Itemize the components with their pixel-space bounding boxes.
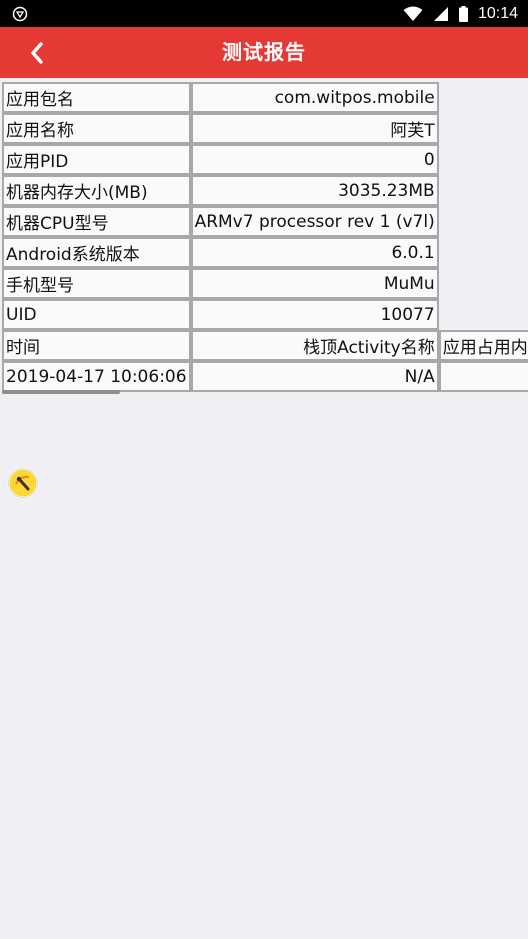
row-label: Android系统版本	[2, 237, 191, 268]
page-title: 测试报告	[222, 40, 306, 64]
clock: 10:14	[477, 4, 518, 22]
time-cell: 2019-04-17 10:06:06	[2, 361, 191, 392]
table-row: 手机型号 MuMu	[2, 268, 528, 299]
row-value: 0	[190, 144, 439, 175]
floating-tool-button[interactable]	[7, 467, 39, 499]
app-bar: 测试报告	[0, 27, 528, 78]
table-row: 应用包名 com.witpos.mobile	[2, 82, 528, 113]
row-value: MuMu	[190, 268, 439, 299]
row-label: 手机型号	[2, 268, 191, 299]
app-notification-icon	[12, 6, 28, 22]
time-column-header: 时间	[2, 330, 191, 361]
row-label: 应用PID	[2, 144, 191, 175]
row-value: 阿芙T	[190, 113, 439, 144]
status-bar: 10:14	[0, 0, 528, 27]
table-row: 应用名称 阿芙T	[2, 113, 528, 144]
table-row: UID 10077	[2, 299, 528, 330]
wifi-icon	[403, 6, 423, 21]
row-value: 10077	[190, 299, 439, 330]
table-row: 机器CPU型号 ARMv7 processor rev 1 (v7l)	[2, 206, 528, 237]
row-value: 3035.23MB	[190, 175, 439, 206]
top-activity-cell: N/A	[190, 361, 439, 392]
row-label: UID	[2, 299, 191, 330]
table-row: 机器内存大小(MB) 3035.23MB	[2, 175, 528, 206]
top-activity-column-header: 栈顶Activity名称	[190, 330, 439, 361]
row-label: 机器CPU型号	[2, 206, 191, 237]
memory-usage-column-header: 应用占用内	[438, 330, 528, 361]
signal-icon	[433, 6, 448, 21]
memory-usage-cell	[438, 361, 528, 392]
table-row: Android系统版本 6.0.1	[2, 237, 528, 268]
row-value: com.witpos.mobile	[190, 82, 439, 113]
floating-tool-icon	[7, 467, 39, 499]
table-row: 应用PID 0	[2, 144, 528, 175]
table-row: 2019-04-17 10:06:06 N/A	[2, 361, 528, 392]
row-label: 机器内存大小(MB)	[2, 175, 191, 206]
table-header-row: 时间 栈顶Activity名称 应用占用内	[2, 330, 528, 361]
row-label: 应用名称	[2, 113, 191, 144]
report-table: 应用包名 com.witpos.mobile 应用名称 阿芙T 应用PID 0 机器内…	[2, 82, 528, 392]
horizontal-scrollbar[interactable]	[2, 390, 120, 394]
report-table-container[interactable]: 应用包名 com.witpos.mobile 应用名称 阿芙T 应用PID 0 机器内…	[0, 80, 528, 396]
row-value: ARMv7 processor rev 1 (v7l)	[190, 206, 439, 237]
battery-icon	[458, 5, 468, 22]
row-value: 6.0.1	[190, 237, 439, 268]
row-label: 应用包名	[2, 82, 191, 113]
